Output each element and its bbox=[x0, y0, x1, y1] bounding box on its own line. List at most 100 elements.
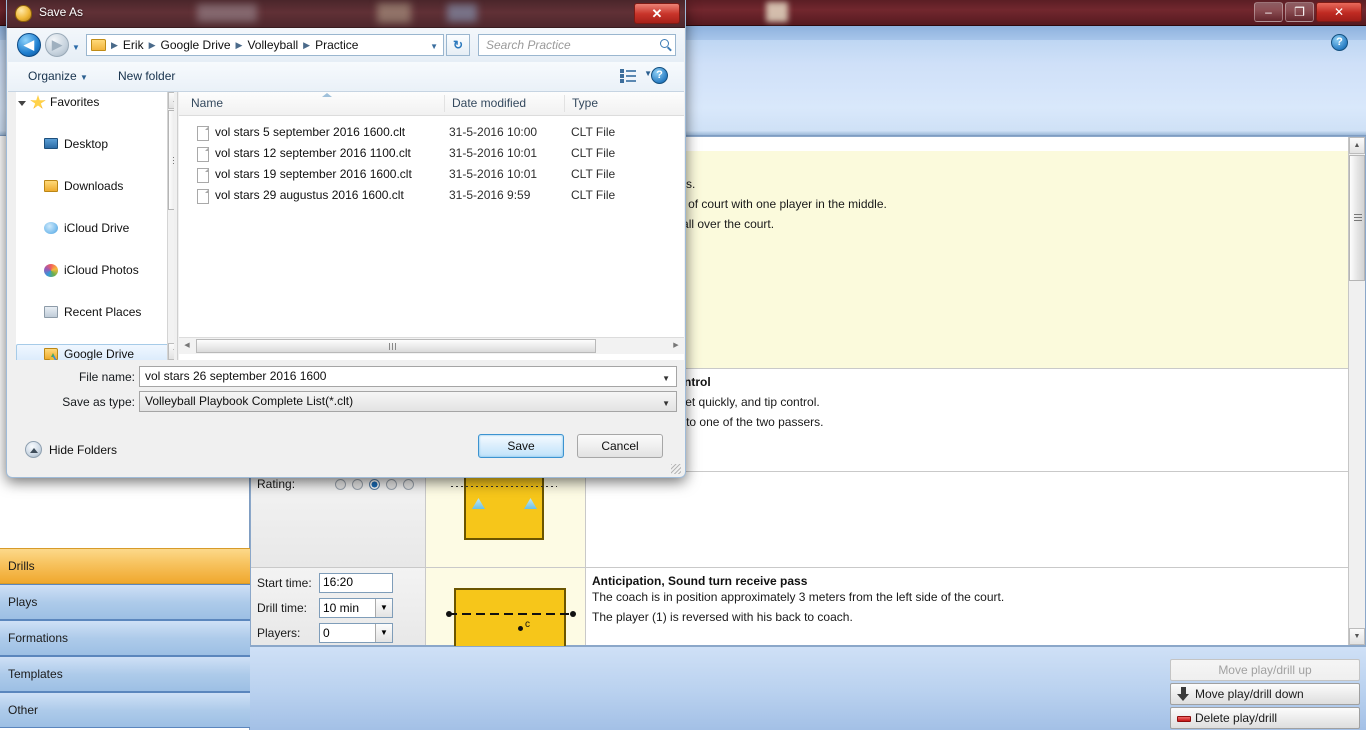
players-select[interactable]: 0 ▼ bbox=[319, 623, 393, 643]
file-row[interactable]: vol stars 29 augustus 2016 1600.clt 31-5… bbox=[179, 186, 684, 207]
close-icon[interactable]: ✕ bbox=[634, 3, 680, 24]
chevron-down-icon[interactable]: ▼ bbox=[662, 399, 670, 408]
column-header-name[interactable]: Name bbox=[191, 96, 223, 110]
back-button[interactable]: ◀ bbox=[17, 33, 41, 57]
scrollbar-thumb[interactable] bbox=[196, 339, 596, 353]
tree-item-downloads[interactable]: Downloads bbox=[16, 176, 174, 197]
column-divider[interactable] bbox=[444, 95, 445, 112]
rating-radio-3[interactable] bbox=[369, 478, 380, 490]
file-row[interactable]: vol stars 12 september 2016 1100.clt 31-… bbox=[179, 144, 684, 165]
organize-button[interactable]: Organize ▼ bbox=[28, 69, 88, 83]
save-as-type-select[interactable]: Volleyball Playbook Complete List(*.clt)… bbox=[139, 391, 677, 412]
forward-button[interactable]: ▶ bbox=[45, 33, 69, 57]
drill-title: Anticipation, Sound turn receive pass bbox=[592, 574, 808, 588]
arrow-down-icon bbox=[1177, 687, 1190, 702]
minimize-button[interactable]: – bbox=[1254, 2, 1283, 22]
delete-play-drill-button[interactable]: Delete play/drill bbox=[1170, 707, 1360, 729]
hide-folders-button[interactable]: Hide Folders bbox=[25, 441, 117, 458]
chevron-down-icon[interactable]: ▼ bbox=[375, 599, 392, 617]
rating-radio-4[interactable] bbox=[386, 478, 397, 490]
rating-radio-2[interactable] bbox=[352, 478, 363, 490]
drill-description-cell: dle hitter ball control g on and off the… bbox=[586, 369, 1365, 471]
scroll-right-button[interactable]: ▶ bbox=[668, 338, 684, 354]
search-icon bbox=[660, 39, 669, 48]
scrollbar-thumb[interactable] bbox=[168, 110, 174, 210]
scroll-up-button[interactable]: ▲ bbox=[168, 92, 174, 109]
file-row[interactable]: vol stars 5 september 2016 1600.clt 31-5… bbox=[179, 123, 684, 144]
column-header-date-modified[interactable]: Date modified bbox=[452, 96, 526, 110]
pane-divider[interactable] bbox=[177, 92, 178, 360]
view-list-icon[interactable] bbox=[620, 69, 636, 83]
chevron-down-icon[interactable]: ▼ bbox=[662, 374, 670, 383]
drill-time-value: 10 min bbox=[323, 601, 360, 615]
tree-item-recent-places[interactable]: Recent Places bbox=[16, 302, 174, 323]
chevron-down-icon[interactable]: ▼ bbox=[430, 42, 438, 51]
tree-item-google-drive[interactable]: Google Drive bbox=[16, 344, 174, 360]
expander-icon[interactable] bbox=[18, 101, 26, 106]
file-name-input[interactable]: vol stars 26 september 2016 1600 ▼ bbox=[139, 366, 677, 387]
sidebar-item-drills[interactable]: Drills bbox=[0, 548, 250, 584]
file-list-horizontal-scrollbar[interactable]: ◀ ▶ bbox=[179, 337, 684, 354]
help-icon[interactable]: ? bbox=[1331, 34, 1348, 51]
breadcrumb[interactable]: ▶ Erik ▶ Google Drive ▶ Volleyball ▶ Pra… bbox=[86, 34, 444, 56]
sidebar-item-other[interactable]: Other bbox=[0, 692, 250, 728]
coach-marker bbox=[518, 626, 523, 631]
breadcrumb-item-volleyball[interactable]: Volleyball bbox=[245, 38, 300, 52]
star-icon bbox=[30, 95, 46, 109]
file-date-modified: 31-5-2016 10:00 bbox=[449, 125, 538, 139]
breadcrumb-item-google-drive[interactable]: Google Drive bbox=[159, 38, 233, 52]
move-down-label: Move play/drill down bbox=[1195, 687, 1304, 701]
rating-label: Rating: bbox=[257, 477, 296, 491]
rating-radio-group[interactable] bbox=[335, 478, 414, 490]
refresh-button[interactable]: ↻ bbox=[446, 34, 470, 56]
resize-grip[interactable] bbox=[671, 464, 681, 474]
chevron-down-icon[interactable]: ▼ bbox=[375, 624, 392, 642]
vertical-scrollbar[interactable]: ▲ ▼ bbox=[1348, 137, 1365, 645]
maximize-button[interactable]: ❐ bbox=[1285, 2, 1314, 22]
sidebar-item-templates[interactable]: Templates bbox=[0, 656, 250, 692]
tree-vertical-scrollbar[interactable]: ▲ ▼ bbox=[167, 92, 174, 360]
dialog-title-bar[interactable]: Save As ✕ bbox=[7, 0, 685, 28]
save-as-type-value: Volleyball Playbook Complete List(*.clt) bbox=[145, 394, 354, 408]
tree-item-icloud-photos[interactable]: iCloud Photos bbox=[16, 260, 174, 281]
save-button[interactable]: Save bbox=[478, 434, 564, 458]
scrollbar-thumb[interactable] bbox=[1349, 155, 1365, 281]
sidebar-item-label: Templates bbox=[8, 667, 63, 681]
start-time-input[interactable]: 16:20 bbox=[319, 573, 393, 593]
breadcrumb-item-erik[interactable]: Erik bbox=[121, 38, 146, 52]
help-icon[interactable]: ? bbox=[651, 67, 668, 84]
file-icon bbox=[197, 189, 209, 204]
rating-radio-1[interactable] bbox=[335, 478, 346, 490]
recent-locations-icon[interactable]: ▼ bbox=[72, 43, 80, 52]
cancel-button[interactable]: Cancel bbox=[577, 434, 663, 458]
back-arrow-icon: ◀ bbox=[24, 37, 34, 52]
sidebar-item-label: Drills bbox=[8, 559, 35, 573]
rating-radio-5[interactable] bbox=[403, 478, 414, 490]
scroll-down-button[interactable]: ▼ bbox=[168, 343, 174, 360]
tree-item-desktop[interactable]: Desktop bbox=[16, 134, 174, 155]
tree-item-favorites[interactable]: Favorites bbox=[16, 92, 174, 113]
file-icon bbox=[197, 168, 209, 183]
column-divider[interactable] bbox=[564, 95, 565, 112]
collapse-icon bbox=[25, 441, 42, 458]
file-row[interactable]: vol stars 19 september 2016 1600.clt 31-… bbox=[179, 165, 684, 186]
search-input[interactable]: Search Practice bbox=[478, 34, 676, 56]
players-row: Players: 0 ▼ bbox=[257, 623, 425, 643]
sidebar-item-plays[interactable]: Plays bbox=[0, 584, 250, 620]
drill-time-select[interactable]: 10 min ▼ bbox=[319, 598, 393, 618]
scroll-left-button[interactable]: ◀ bbox=[179, 338, 195, 354]
sidebar-item-formations[interactable]: Formations bbox=[0, 620, 250, 656]
drill-diagram-cell[interactable] bbox=[426, 460, 586, 567]
sidebar-item-label: Formations bbox=[8, 631, 69, 645]
drill-diagram-cell[interactable]: c bbox=[426, 568, 586, 650]
scroll-up-button[interactable]: ▲ bbox=[1349, 137, 1365, 154]
move-play-drill-down-button[interactable]: Move play/drill down bbox=[1170, 683, 1360, 705]
move-play-drill-up-button[interactable]: Move play/drill up bbox=[1170, 659, 1360, 681]
breadcrumb-item-practice[interactable]: Practice bbox=[313, 38, 360, 52]
tree-item-icloud-drive[interactable]: iCloud Drive bbox=[16, 218, 174, 239]
column-header-type[interactable]: Type bbox=[572, 96, 598, 110]
close-button[interactable]: ✕ bbox=[1316, 2, 1362, 22]
scroll-down-button[interactable]: ▼ bbox=[1349, 628, 1365, 645]
file-date-modified: 31-5-2016 10:01 bbox=[449, 146, 538, 160]
new-folder-button[interactable]: New folder bbox=[118, 69, 175, 83]
